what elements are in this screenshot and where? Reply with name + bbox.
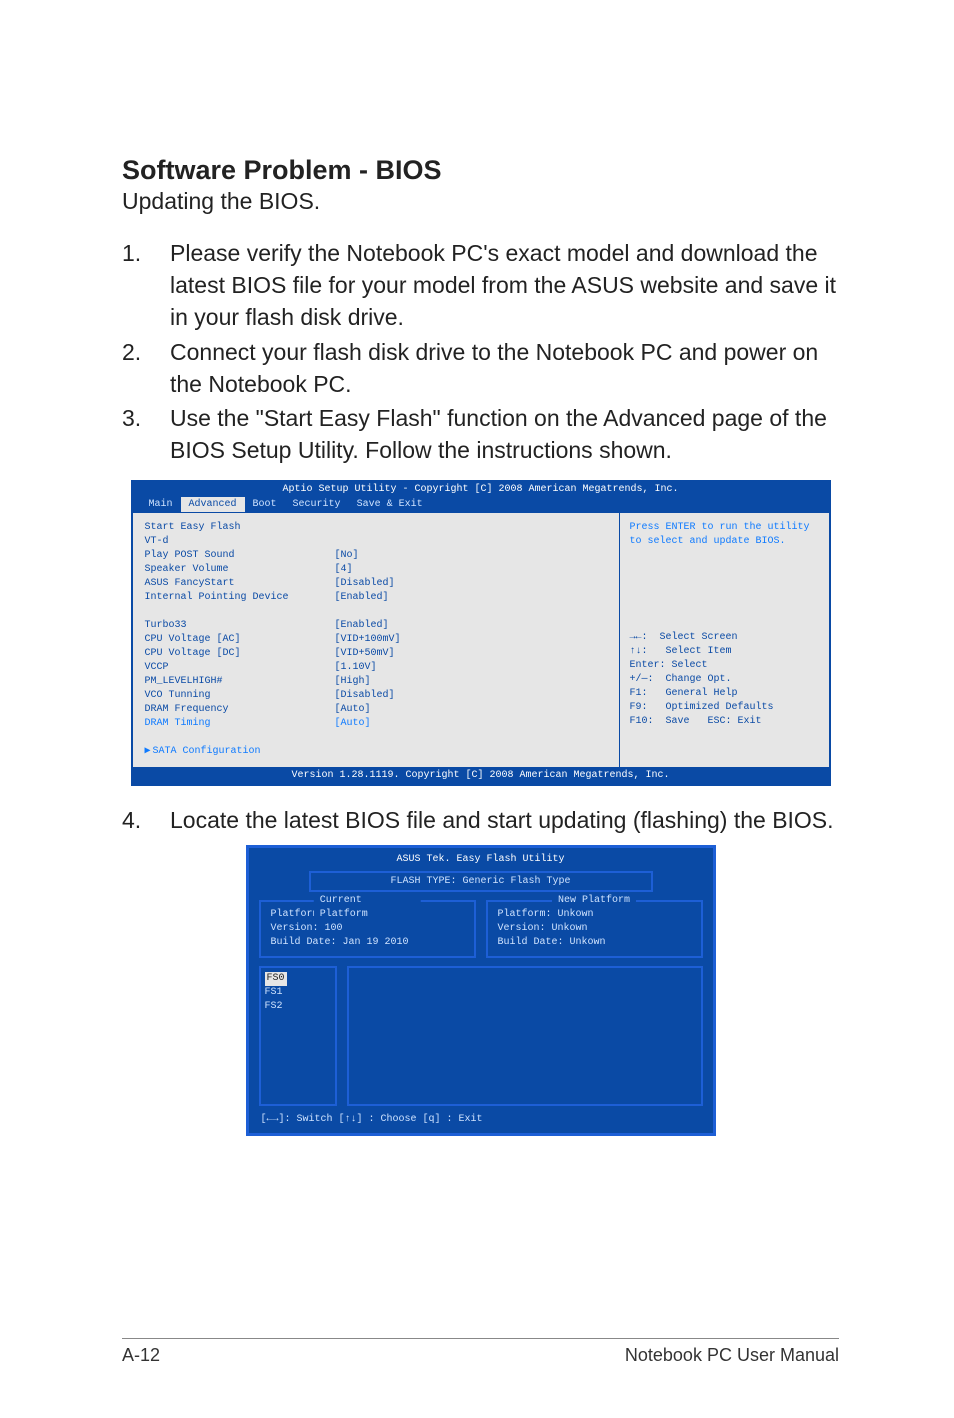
bios-help-panel: Press ENTER to run the utility to select… bbox=[619, 513, 829, 767]
bios-tab-security[interactable]: Security bbox=[285, 497, 349, 512]
bios-spacer bbox=[335, 605, 607, 619]
bios-tab-save-exit[interactable]: Save & Exit bbox=[349, 497, 431, 512]
bios-value: [Auto] bbox=[335, 703, 607, 717]
bios-tab-advanced[interactable]: Advanced bbox=[181, 497, 245, 512]
bios-label[interactable]: CPU Voltage [DC] bbox=[145, 647, 335, 661]
step-2: 2. Connect your flash disk drive to the … bbox=[122, 336, 839, 400]
bios-label[interactable]: DRAM Frequency bbox=[145, 703, 335, 717]
current-platform-box: Current Platform Platform: UL20FT Versio… bbox=[259, 900, 476, 958]
drive-list[interactable]: FS0 FS1 FS2 bbox=[259, 966, 337, 1106]
bios-label[interactable]: Internal Pointing Device bbox=[145, 591, 335, 605]
drive-item[interactable]: FS0 bbox=[265, 972, 331, 986]
bios-sata-config[interactable]: ▶SATA Configuration bbox=[145, 745, 335, 759]
bios-nav-row: ↑↓: Select Item bbox=[630, 645, 819, 659]
bios-spacer bbox=[145, 605, 335, 619]
new-platform-box: New Platform Platform: Unkown Version: U… bbox=[486, 900, 703, 958]
bios-nav-row: F9: Optimized Defaults bbox=[630, 701, 819, 715]
info-row: Version: 100 bbox=[271, 922, 464, 936]
bios-label[interactable]: ASUS FancyStart bbox=[145, 577, 335, 591]
bios-label[interactable]: DRAM Timing bbox=[145, 717, 335, 731]
bios-tab-boot[interactable]: Boot bbox=[245, 497, 285, 512]
bios-label[interactable]: Turbo33 bbox=[145, 619, 335, 633]
bios-tabs: Main Advanced Boot Security Save & Exit bbox=[133, 497, 829, 512]
bios-value: [High] bbox=[335, 675, 607, 689]
bios-help-text: Press ENTER to run the utility to select… bbox=[630, 521, 819, 581]
bios-value bbox=[335, 521, 607, 535]
bios-value: [1.10V] bbox=[335, 661, 607, 675]
bios-tab-main[interactable]: Main bbox=[141, 497, 181, 512]
step-1: 1. Please verify the Notebook PC's exact… bbox=[122, 237, 839, 334]
drive-item[interactable]: FS2 bbox=[265, 1000, 331, 1014]
bios-label[interactable]: CPU Voltage [AC] bbox=[145, 633, 335, 647]
step-num: 4. bbox=[122, 804, 170, 836]
bios-values-col: [No] [4] [Disabled] [Enabled] [Enabled] … bbox=[335, 521, 607, 759]
manual-title: Notebook PC User Manual bbox=[625, 1345, 839, 1366]
bios-value: [Auto] bbox=[335, 717, 607, 731]
bios-label[interactable]: Speaker Volume bbox=[145, 563, 335, 577]
bios-value: [Disabled] bbox=[335, 577, 607, 591]
bios-setup-screenshot: Aptio Setup Utility - Copyright [C] 2008… bbox=[131, 480, 831, 786]
bios-labels-col: Start Easy Flash VT-d Play POST Sound Sp… bbox=[145, 521, 335, 759]
bios-value: [VID+50mV] bbox=[335, 647, 607, 661]
bios-label[interactable]: VCO Tunning bbox=[145, 689, 335, 703]
bios-value: [4] bbox=[335, 563, 607, 577]
bios-label[interactable]: Start Easy Flash bbox=[145, 521, 335, 535]
bios-nav-row: →←: Select Screen bbox=[630, 631, 819, 645]
bios-nav-row: Enter: Select bbox=[630, 659, 819, 673]
info-row: Version: Unkown bbox=[498, 922, 691, 936]
bios-label[interactable]: Play POST Sound bbox=[145, 549, 335, 563]
step-list: 1. Please verify the Notebook PC's exact… bbox=[122, 237, 839, 466]
bios-value: [Disabled] bbox=[335, 689, 607, 703]
bios-label[interactable]: VT-d bbox=[145, 535, 335, 549]
step-4: 4. Locate the latest BIOS file and start… bbox=[122, 804, 839, 836]
info-row: Build Date: Jan 19 2010 bbox=[271, 936, 464, 950]
info-row: Platform: Unkown bbox=[498, 908, 691, 922]
bios-nav-keys: →←: Select Screen ↑↓: Select Item Enter:… bbox=[630, 631, 819, 729]
step-text: Use the "Start Easy Flash" function on t… bbox=[170, 402, 839, 466]
bios-footer: Version 1.28.1119. Copyright [C] 2008 Am… bbox=[133, 767, 829, 784]
bios-left-panel: Start Easy Flash VT-d Play POST Sound Sp… bbox=[133, 513, 619, 767]
page-subtitle: Updating the BIOS. bbox=[122, 188, 839, 215]
step-num: 3. bbox=[122, 402, 170, 466]
info-row: Build Date: Unkown bbox=[498, 936, 691, 950]
bios-nav-row: F1: General Help bbox=[630, 687, 819, 701]
box-title: New Platform bbox=[552, 894, 636, 908]
bios-value: [Enabled] bbox=[335, 619, 607, 633]
box-title: Current Platform bbox=[314, 894, 421, 922]
step-list-2: 4. Locate the latest BIOS file and start… bbox=[122, 804, 839, 836]
triangle-right-icon: ▶ bbox=[145, 745, 151, 759]
step-text: Locate the latest BIOS file and start up… bbox=[170, 804, 839, 836]
bios-label[interactable]: PM_LEVELHIGH# bbox=[145, 675, 335, 689]
step-text: Connect your flash disk drive to the Not… bbox=[170, 336, 839, 400]
bios-value bbox=[335, 535, 607, 549]
bios-nav-row: +/—: Change Opt. bbox=[630, 673, 819, 687]
page-footer: A-12 Notebook PC User Manual bbox=[122, 1338, 839, 1366]
page-number: A-12 bbox=[122, 1345, 160, 1366]
step-text: Please verify the Notebook PC's exact mo… bbox=[170, 237, 839, 334]
drive-item[interactable]: FS1 bbox=[265, 986, 331, 1000]
page-title: Software Problem - BIOS bbox=[122, 155, 839, 186]
flash-key-hints: [←→]: Switch [↑↓] : Choose [q] : Exit bbox=[249, 1114, 713, 1125]
bios-body: Start Easy Flash VT-d Play POST Sound Sp… bbox=[133, 512, 829, 767]
bios-nav-row: F10: Save ESC: Exit bbox=[630, 715, 819, 729]
bios-label[interactable]: VCCP bbox=[145, 661, 335, 675]
flash-title: ASUS Tek. Easy Flash Utility bbox=[249, 848, 713, 869]
bios-value: [VID+100mV] bbox=[335, 633, 607, 647]
flash-type-box: FLASH TYPE: Generic Flash Type bbox=[309, 871, 653, 892]
bios-value: [No] bbox=[335, 549, 607, 563]
step-num: 2. bbox=[122, 336, 170, 400]
bios-spacer bbox=[145, 731, 335, 745]
file-list[interactable] bbox=[347, 966, 703, 1106]
bios-header: Aptio Setup Utility - Copyright [C] 2008… bbox=[133, 482, 829, 497]
easy-flash-screenshot: ASUS Tek. Easy Flash Utility FLASH TYPE:… bbox=[246, 845, 716, 1136]
bios-value: [Enabled] bbox=[335, 591, 607, 605]
step-3: 3. Use the "Start Easy Flash" function o… bbox=[122, 402, 839, 466]
step-num: 1. bbox=[122, 237, 170, 334]
